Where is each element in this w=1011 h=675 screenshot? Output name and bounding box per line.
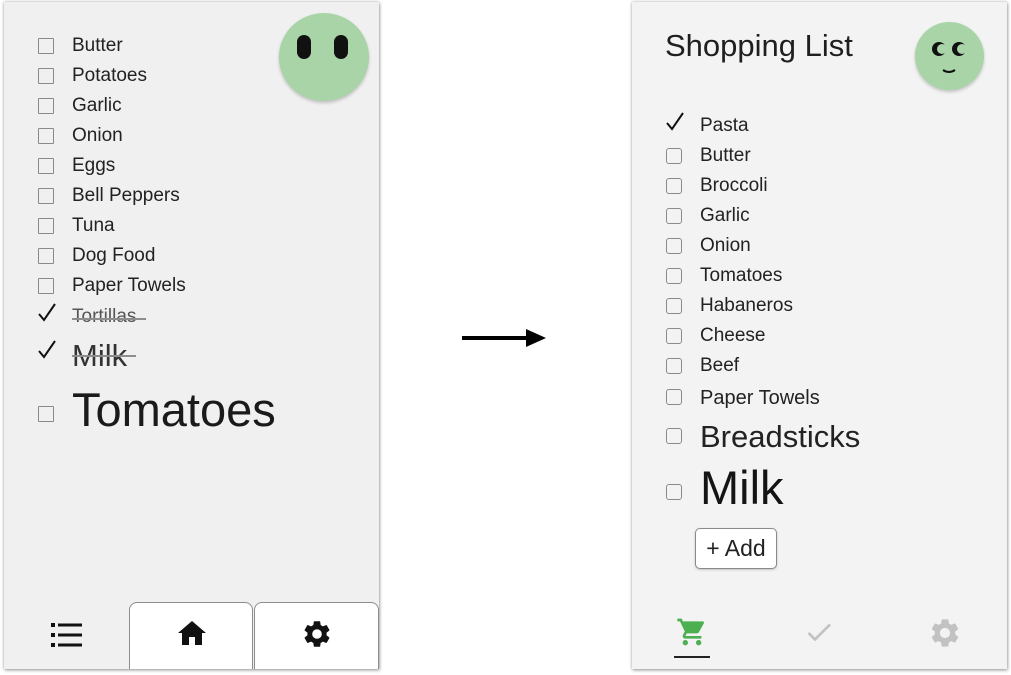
item-label: Garlic	[700, 205, 750, 226]
item-label: Milk	[700, 461, 784, 514]
checkmark-icon	[38, 340, 56, 359]
list-item[interactable]: Broccoli	[632, 175, 1007, 196]
list-item[interactable]: Milk	[632, 460, 1007, 516]
item-label: Bell Peppers	[72, 185, 180, 206]
item-label: Onion	[700, 235, 751, 256]
list-item[interactable]: Potatoes	[4, 65, 379, 86]
item-checkbox[interactable]	[38, 158, 54, 174]
list-item[interactable]: Tuna	[4, 215, 379, 236]
list-item-checked[interactable]: Tortillas	[4, 303, 379, 328]
checkmark-icon	[666, 112, 684, 131]
item-label: Broccoli	[700, 175, 768, 196]
nav-tab-cart[interactable]	[672, 610, 712, 660]
list-item[interactable]: Garlic	[632, 205, 1007, 226]
arrow-icon	[462, 329, 546, 347]
list-item[interactable]: Garlic	[4, 95, 379, 116]
item-checkbox[interactable]	[666, 268, 682, 284]
item-label: Tortillas	[72, 306, 137, 327]
item-checkbox[interactable]	[666, 484, 682, 500]
list-item-checked[interactable]: Pasta	[632, 112, 1007, 136]
strikethrough-line	[72, 318, 146, 320]
item-label: Breadsticks	[700, 419, 861, 454]
avatar[interactable]	[915, 22, 984, 90]
list-item[interactable]: Tomatoes	[4, 382, 379, 438]
item-checkbox[interactable]	[666, 238, 682, 254]
nav-tab-settings[interactable]	[926, 610, 966, 660]
list-item-checked[interactable]: Milk	[4, 338, 379, 374]
item-checkbox[interactable]	[666, 328, 682, 344]
list-item[interactable]: Butter	[4, 35, 379, 56]
item-checkbox[interactable]	[38, 98, 54, 114]
list-item[interactable]: Bell Peppers	[4, 185, 379, 206]
item-label: Tomatoes	[72, 383, 276, 436]
shopping-list-screen-after: Shopping List Pasta Butter Broccoli Garl…	[632, 2, 1007, 669]
item-label: Paper Towels	[72, 275, 186, 296]
item-checkbox[interactable]	[38, 218, 54, 234]
list-item[interactable]: Paper Towels	[632, 387, 1007, 409]
shopping-list-screen-before: Butter Potatoes Garlic Onion Eggs Bell P…	[4, 2, 379, 669]
bottom-nav	[632, 602, 1007, 669]
item-checkbox[interactable]	[38, 128, 54, 144]
item-label: Tuna	[72, 215, 115, 236]
list-item[interactable]: Cheese	[632, 325, 1007, 346]
item-checkbox[interactable]	[666, 428, 682, 444]
item-checkbox[interactable]	[666, 298, 682, 314]
home-icon	[178, 621, 206, 645]
item-label: Pasta	[700, 115, 749, 136]
item-checkbox-checked[interactable]	[666, 112, 684, 133]
item-checkbox[interactable]	[666, 148, 682, 164]
item-checkbox[interactable]	[38, 38, 54, 54]
item-checkbox[interactable]	[666, 178, 682, 194]
item-label: Garlic	[72, 95, 122, 116]
list-item[interactable]: Onion	[4, 125, 379, 146]
item-label: Habaneros	[700, 295, 793, 316]
item-label: Beef	[700, 355, 740, 376]
item-checkbox[interactable]	[38, 248, 54, 264]
avatar[interactable]	[279, 13, 369, 101]
item-checkbox[interactable]	[666, 358, 682, 374]
list-item[interactable]: Butter	[632, 145, 1007, 166]
page-title: Shopping List	[665, 28, 853, 63]
item-label: Dog Food	[72, 245, 156, 266]
item-label: Butter	[72, 35, 123, 56]
item-label: Eggs	[72, 155, 116, 176]
nav-tab-done[interactable]	[800, 610, 840, 660]
item-checkbox[interactable]	[38, 188, 54, 204]
list-item[interactable]: Tomatoes	[632, 265, 1007, 286]
list-item[interactable]: Onion	[632, 235, 1007, 256]
item-checkbox[interactable]	[666, 208, 682, 224]
list-item[interactable]: Dog Food	[4, 245, 379, 266]
list-item[interactable]: Habaneros	[632, 295, 1007, 316]
item-checkbox[interactable]	[38, 278, 54, 294]
nav-tab-home[interactable]	[129, 602, 253, 669]
list-item[interactable]: Paper Towels	[4, 275, 379, 296]
item-checkbox-checked[interactable]	[38, 303, 56, 324]
checkmark-icon	[807, 623, 831, 642]
strikethrough-line	[72, 355, 136, 357]
list-item[interactable]: Breadsticks	[632, 419, 1007, 456]
add-item-button[interactable]: + Add	[695, 528, 777, 569]
item-label: Onion	[72, 125, 123, 146]
item-checkbox[interactable]	[38, 406, 54, 422]
nav-tab-settings[interactable]	[254, 602, 379, 669]
item-label: Cheese	[700, 325, 766, 346]
gear-icon	[931, 619, 959, 647]
nav-tab-list[interactable]	[4, 602, 129, 669]
bottom-nav	[4, 602, 379, 669]
item-checkbox-checked[interactable]	[38, 340, 56, 361]
item-checkbox[interactable]	[666, 389, 682, 405]
cart-icon	[677, 618, 705, 646]
item-label: Paper Towels	[700, 387, 820, 409]
avatar-face	[932, 42, 967, 73]
item-label: Tomatoes	[700, 265, 783, 286]
list-item[interactable]: Eggs	[4, 155, 379, 176]
list-icon	[51, 623, 82, 647]
item-label: Butter	[700, 145, 751, 166]
gear-icon	[304, 621, 330, 647]
list-item[interactable]: Beef	[632, 355, 1007, 376]
item-checkbox[interactable]	[38, 68, 54, 84]
checkmark-icon	[38, 303, 56, 322]
active-tab-underline	[674, 656, 710, 658]
item-label: Potatoes	[72, 65, 147, 86]
